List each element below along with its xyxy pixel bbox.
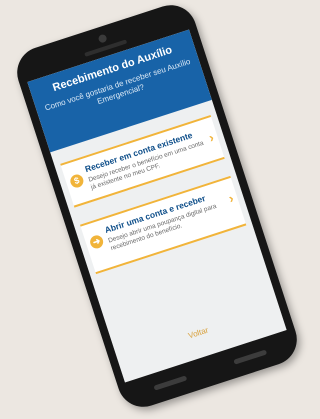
chevron-right-icon: › [206, 129, 216, 146]
front-camera [97, 33, 108, 44]
phone-screen: Recebimento do Auxílio Como você gostari… [27, 29, 287, 383]
chevron-right-icon: › [226, 190, 236, 207]
arrow-right-icon: ➜ [88, 233, 105, 251]
nav-home-button[interactable] [233, 349, 268, 365]
phone-device: Recebimento do Auxílio Como você gostari… [10, 0, 304, 414]
nav-back-button[interactable] [153, 375, 188, 391]
dollar-icon: $ [68, 172, 86, 190]
